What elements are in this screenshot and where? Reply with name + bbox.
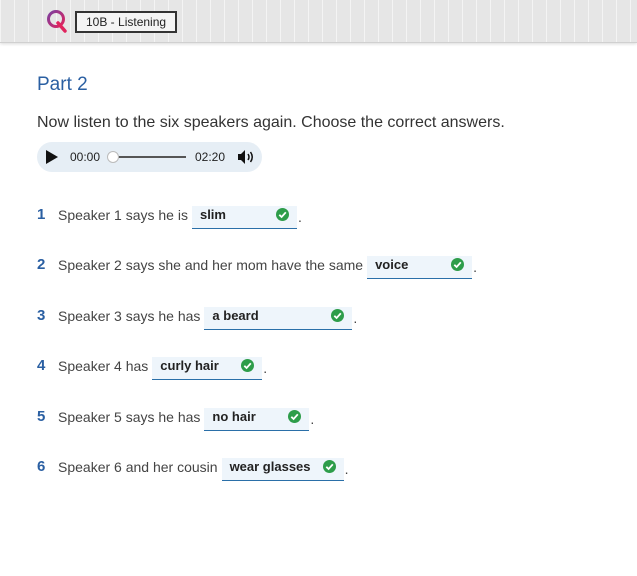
question-prompt: Speaker 2 says she and her mom have the … <box>58 257 364 273</box>
question-number: 4 <box>37 357 46 374</box>
check-circle-icon <box>331 309 345 322</box>
check-circle-icon <box>288 410 302 423</box>
answer-text: a beard <box>212 308 259 323</box>
question-prompt: Speaker 6 and her cousin <box>58 459 218 475</box>
question-number: 2 <box>37 256 46 273</box>
answer-text: wear glasses <box>229 459 311 474</box>
question-prompt: Speaker 3 says he has <box>58 308 201 324</box>
answer-text: curly hair <box>160 358 219 373</box>
question-number: 3 <box>37 307 46 324</box>
progress-track[interactable] <box>112 156 186 158</box>
question-prompt: Speaker 4 has <box>58 358 149 374</box>
instructions: Now listen to the six speakers again. Ch… <box>37 114 505 131</box>
check-circle-icon <box>451 258 465 271</box>
question-number: 1 <box>37 206 46 223</box>
answer-field[interactable]: wear glasses <box>221 458 344 481</box>
volume-icon[interactable] <box>237 149 255 165</box>
top-bar: 10B - Listening <box>0 0 637 43</box>
answer-field[interactable]: curly hair <box>152 357 263 380</box>
answer-text: voice <box>375 257 409 272</box>
audio-player: 00:00 02:20 <box>37 142 262 172</box>
answer-text: slim <box>199 207 226 222</box>
progress-thumb[interactable] <box>107 151 119 163</box>
question-number: 6 <box>37 458 46 475</box>
part-title: Part 2 <box>37 74 88 95</box>
check-circle-icon <box>275 208 289 221</box>
current-time: 00:00 <box>70 150 101 164</box>
answer-text: no hair <box>212 409 256 424</box>
check-circle-icon <box>322 460 336 473</box>
question-prompt: Speaker 5 says he has <box>58 409 201 425</box>
answer-field[interactable]: a beard <box>204 307 353 330</box>
answer-field[interactable]: no hair <box>204 408 310 431</box>
question-prompt: Speaker 1 says he is <box>58 207 188 223</box>
play-icon[interactable] <box>46 150 58 164</box>
total-time: 02:20 <box>195 150 226 164</box>
answer-field[interactable]: voice <box>367 256 473 279</box>
question-number: 5 <box>37 408 46 425</box>
answer-field[interactable]: slim <box>191 206 297 229</box>
check-circle-icon <box>241 359 255 372</box>
unit-label: 10B - Listening <box>75 11 178 33</box>
brand-logo-icon[interactable] <box>46 9 68 33</box>
